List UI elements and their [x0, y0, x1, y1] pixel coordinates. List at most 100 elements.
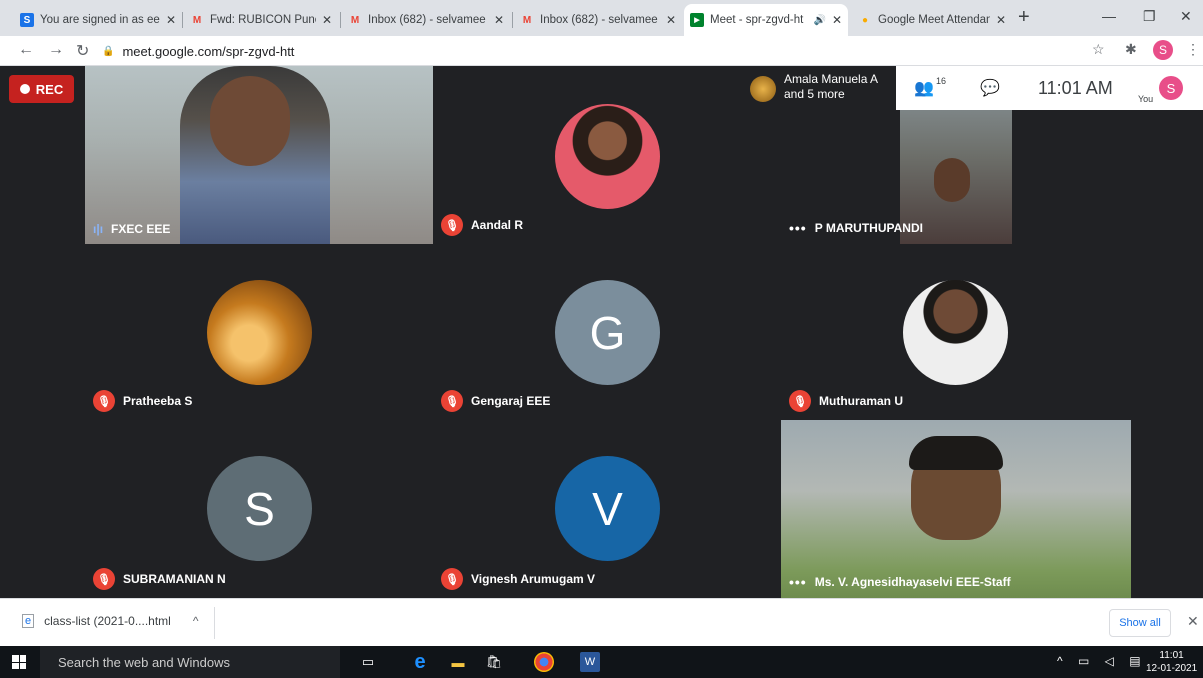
- you-label: You: [1138, 94, 1154, 104]
- recording-badge: REC: [9, 75, 74, 103]
- store-icon[interactable]: 🛍: [484, 652, 504, 672]
- url-text: meet.google.com/spr-zgvd-htt: [122, 43, 295, 59]
- participant-tile[interactable]: ••• Ms. V. Agnesidhayaselvi EEE-Staff: [781, 420, 1131, 598]
- menu-icon[interactable]: ⋮: [1186, 41, 1200, 58]
- self-avatar[interactable]: S: [1159, 76, 1183, 100]
- task-view-icon[interactable]: ▭: [358, 652, 378, 672]
- avatar: [207, 280, 312, 385]
- download-filename: class-list (2021-0....html: [44, 614, 171, 628]
- lock-icon[interactable]: 🔒: [102, 46, 114, 57]
- meeting-time: 11:01 AM: [1038, 78, 1113, 98]
- taskbar-search[interactable]: Search the web and Windows: [40, 646, 340, 678]
- new-tab-icon[interactable]: +: [1018, 6, 1030, 29]
- chrome-icon[interactable]: [534, 652, 554, 672]
- tab-title: Inbox (682) - selvamee: [540, 14, 658, 26]
- close-icon[interactable]: ✕: [996, 13, 1006, 27]
- participant-name-row: 🎙 Vignesh Arumugam V: [441, 568, 595, 590]
- participant-tile[interactable]: G 🎙 Gengaraj EEE: [433, 244, 781, 420]
- participant-tile[interactable]: ı|ı FXEC EEE: [85, 66, 433, 244]
- close-window-icon[interactable]: ✕: [1180, 8, 1192, 25]
- participant-name-row: 🎙 Muthuraman U: [789, 390, 903, 412]
- close-icon[interactable]: ✕: [666, 13, 676, 27]
- participant-name: FXEC EEE: [111, 222, 171, 236]
- participant-name-row: 🎙 Aandal R: [441, 214, 523, 236]
- close-icon[interactable]: ✕: [494, 13, 504, 27]
- video-face: [934, 158, 970, 202]
- people-icon[interactable]: 👥: [914, 78, 934, 98]
- back-icon[interactable]: ←: [18, 41, 34, 59]
- tab-favicon: S: [20, 13, 34, 27]
- video-hair: [909, 436, 1003, 470]
- gmail-icon: M: [192, 14, 202, 26]
- mic-off-icon: 🎙: [93, 390, 115, 412]
- address-bar[interactable]: 🔒 meet.google.com/spr-zgvd-htt: [102, 40, 1082, 62]
- participant-count: 16: [936, 76, 947, 86]
- chevron-up-icon[interactable]: ^: [193, 614, 199, 628]
- windows-taskbar: Search the web and Windows ▭ e ▬ 🛍 W ^ ▭…: [0, 646, 1203, 678]
- participant-tile[interactable]: 🎙 Aandal R: [433, 66, 781, 244]
- tab-title: Fwd: RUBICON Pune RE: [210, 14, 316, 26]
- chat-icon[interactable]: 💬: [980, 78, 1000, 98]
- participant-tile[interactable]: V 🎙 Vignesh Arumugam V: [433, 420, 781, 598]
- mic-off-icon: 🎙: [789, 390, 811, 412]
- mic-off-icon: 🎙: [93, 568, 115, 590]
- browser-tab-1[interactable]: S You are signed in as ee ✕: [14, 7, 182, 33]
- download-item[interactable]: e class-list (2021-0....html ^: [22, 614, 198, 628]
- participant-name: Aandal R: [471, 218, 524, 232]
- participant-name: P MARUTHUPANDI: [814, 221, 923, 235]
- edge-icon[interactable]: e: [410, 651, 430, 673]
- avatar: [555, 104, 660, 209]
- file-explorer-icon[interactable]: ▬: [448, 652, 468, 672]
- mic-off-icon: 🎙: [441, 214, 463, 236]
- extensions-icon[interactable]: ✱: [1125, 41, 1137, 58]
- presenter-more: and 5 more: [784, 87, 845, 101]
- participant-name: Ms. V. Agnesidhayaselvi EEE-Staff: [814, 575, 1011, 589]
- profile-avatar[interactable]: S: [1153, 40, 1173, 60]
- participant-name: Pratheeba S: [123, 394, 193, 408]
- browser-tab-2[interactable]: M Fwd: RUBICON Pune RE ✕: [184, 7, 338, 33]
- gmail-icon: M: [522, 14, 532, 26]
- minimize-icon[interactable]: —: [1102, 8, 1116, 24]
- windows-start-icon[interactable]: [12, 655, 26, 669]
- word-icon[interactable]: W: [580, 652, 600, 672]
- record-dot-icon: [19, 84, 30, 94]
- participant-name-row: 🎙 Pratheeba S: [93, 390, 192, 412]
- mic-off-icon: 🎙: [441, 390, 463, 412]
- browser-tab-strip: S You are signed in as ee ✕ M Fwd: RUBIC…: [0, 0, 1203, 36]
- bookmark-star-icon[interactable]: ☆: [1092, 41, 1105, 58]
- close-icon[interactable]: ✕: [322, 13, 332, 27]
- browser-tab-6[interactable]: ● Google Meet Attendan ✕: [852, 7, 1012, 33]
- participant-tile[interactable]: S 🎙 SUBRAMANIAN N: [85, 420, 433, 598]
- avatar: G: [555, 280, 660, 385]
- restore-icon[interactable]: ❐: [1143, 8, 1156, 25]
- browser-tab-3[interactable]: M Inbox (682) - selvamee ✕: [342, 7, 510, 33]
- address-bar-row: ← → ↻ 🔒 meet.google.com/spr-zgvd-htt ☆ ✱…: [0, 36, 1203, 66]
- participant-name-row: ı|ı FXEC EEE: [93, 222, 170, 236]
- close-icon[interactable]: ✕: [166, 13, 176, 27]
- tab-title: You are signed in as ee: [40, 14, 160, 26]
- avatar: S: [207, 456, 312, 561]
- video-face: [210, 76, 290, 166]
- show-all-button[interactable]: Show all: [1109, 609, 1171, 637]
- participant-tile[interactable]: 🎙 Pratheeba S: [85, 244, 433, 420]
- browser-tab-4[interactable]: M Inbox (682) - selvamee ✕: [514, 7, 682, 33]
- close-icon[interactable]: ✕: [1187, 613, 1199, 630]
- rec-label: REC: [35, 81, 64, 97]
- tab-title: Google Meet Attendan: [878, 14, 990, 26]
- downloads-bar: e class-list (2021-0....html ^ Show all …: [0, 598, 1203, 646]
- avatar: [903, 280, 1008, 385]
- close-icon[interactable]: ✕: [832, 13, 842, 27]
- meet-icon: ▶: [690, 13, 704, 27]
- clock-time: 11:01: [1159, 650, 1184, 661]
- audio-playing-icon[interactable]: 🔊: [813, 15, 825, 26]
- tab-title: Meet - spr-zgvd-ht: [710, 14, 804, 26]
- reload-icon[interactable]: ↻: [76, 41, 89, 61]
- participant-name-row: 🎙 Gengaraj EEE: [441, 390, 550, 412]
- participant-name-row: 🎙 SUBRAMANIAN N: [93, 568, 226, 590]
- forward-icon[interactable]: →: [48, 41, 64, 59]
- browser-tab-meet[interactable]: ▶ Meet - spr-zgvd-ht 🔊 ✕: [684, 4, 848, 36]
- gmail-icon: M: [350, 14, 360, 26]
- taskbar-clock[interactable]: 11:01 12-01-2021: [1146, 649, 1197, 675]
- system-tray[interactable]: ^ ▭ ◁ ▤: [1057, 654, 1147, 668]
- participant-tile[interactable]: 🎙 Muthuraman U: [781, 244, 1131, 420]
